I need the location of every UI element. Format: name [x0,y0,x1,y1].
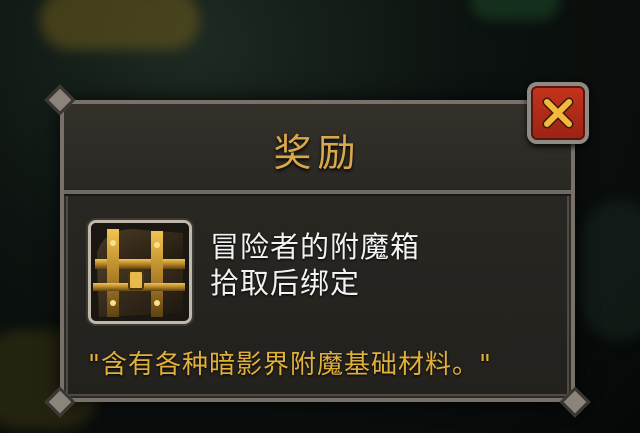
background-blur [470,0,560,20]
item-flavor-text: "含有各种暗影界附魔基础材料。" [88,350,492,380]
treasure-chest-icon-graphic [91,223,189,321]
dialog-header: 奖励 [64,104,571,194]
background-blur [580,200,640,340]
item-binding-text: 拾取后绑定 [210,266,361,300]
dialog-body: 冒险者的附魔箱 拾取后绑定 "含有各种暗影界附魔基础材料。" [64,194,571,398]
treasure-chest-icon[interactable] [88,220,192,324]
reward-dialog: 奖励 冒险者的附魔箱 拾取后绑定 "含有各种暗影界附魔基础材料。" [60,100,575,402]
close-icon [542,97,574,129]
dialog-title: 奖励 [273,131,362,175]
close-button[interactable] [527,82,589,144]
background-blur [40,0,200,50]
